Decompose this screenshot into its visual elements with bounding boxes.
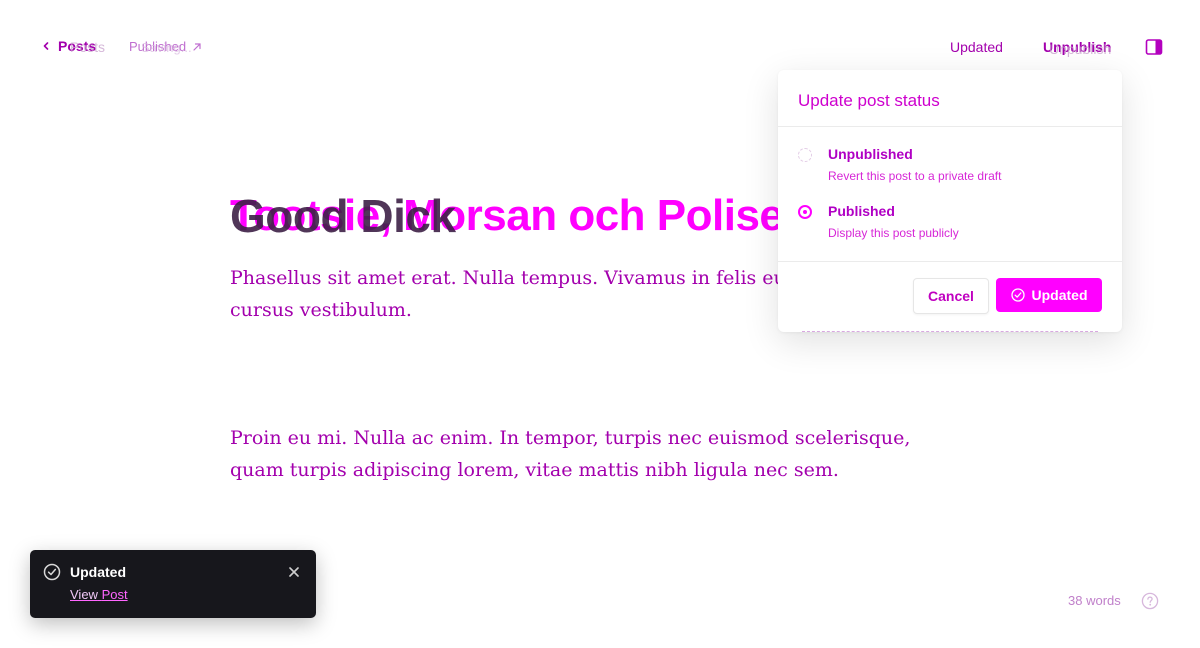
update-button[interactable]: Updated bbox=[996, 278, 1102, 312]
help-icon[interactable] bbox=[1141, 592, 1159, 610]
radio-unpublished[interactable] bbox=[798, 148, 812, 162]
popover-underline bbox=[802, 331, 1098, 333]
popover-divider bbox=[778, 126, 1122, 127]
unpublish-button[interactable]: Unpublish Unpublish bbox=[1043, 39, 1112, 57]
popover-divider bbox=[778, 261, 1122, 262]
back-to-posts-link[interactable]: Posts Posts bbox=[42, 38, 105, 55]
post-title-overlay: Good Dick bbox=[230, 190, 456, 242]
cancel-button[interactable]: Cancel bbox=[913, 278, 989, 314]
back-label-ghost: Posts bbox=[70, 39, 106, 55]
option-unpublished-label: Unpublished bbox=[828, 146, 913, 162]
external-link-icon bbox=[193, 42, 201, 51]
option-unpublished-description: Revert this post to a private draft bbox=[828, 169, 1002, 183]
check-circle-icon bbox=[43, 563, 61, 581]
word-count-number: 38 bbox=[1068, 593, 1083, 608]
option-published-label: Published bbox=[828, 203, 895, 219]
update-button-label: Updated bbox=[1031, 287, 1088, 303]
view-post-link[interactable]: View Post bbox=[70, 587, 128, 602]
unpublish-ghost: Unpublish bbox=[1049, 41, 1112, 57]
post-status-link[interactable]: Published Saving... bbox=[129, 39, 202, 55]
update-status-button[interactable]: Updated bbox=[950, 39, 1003, 55]
check-circle-icon bbox=[1010, 288, 1025, 302]
word-count-unit: words bbox=[1086, 593, 1121, 608]
close-icon[interactable] bbox=[289, 567, 299, 577]
option-published-description: Display this post publicly bbox=[828, 226, 959, 240]
popover-title: Update post status bbox=[798, 91, 940, 110]
view-post-link-second: Post bbox=[101, 587, 128, 602]
chevron-left-icon bbox=[43, 42, 49, 50]
toast-title: Updated bbox=[70, 564, 126, 580]
radio-published[interactable] bbox=[798, 205, 812, 219]
sidebar-toggle-icon[interactable] bbox=[1145, 38, 1163, 56]
update-status-popover: Update post status Unpublished Revert th… bbox=[778, 70, 1122, 332]
body-paragraph-2[interactable]: Proin eu mi. Nulla ac enim. In tempor, t… bbox=[230, 422, 950, 486]
post-status-ghost: Saving... bbox=[141, 40, 192, 55]
view-post-link-first: View bbox=[70, 587, 98, 602]
notification-toast: Updated View Post bbox=[30, 550, 316, 618]
word-count: 38 words bbox=[1068, 593, 1121, 608]
